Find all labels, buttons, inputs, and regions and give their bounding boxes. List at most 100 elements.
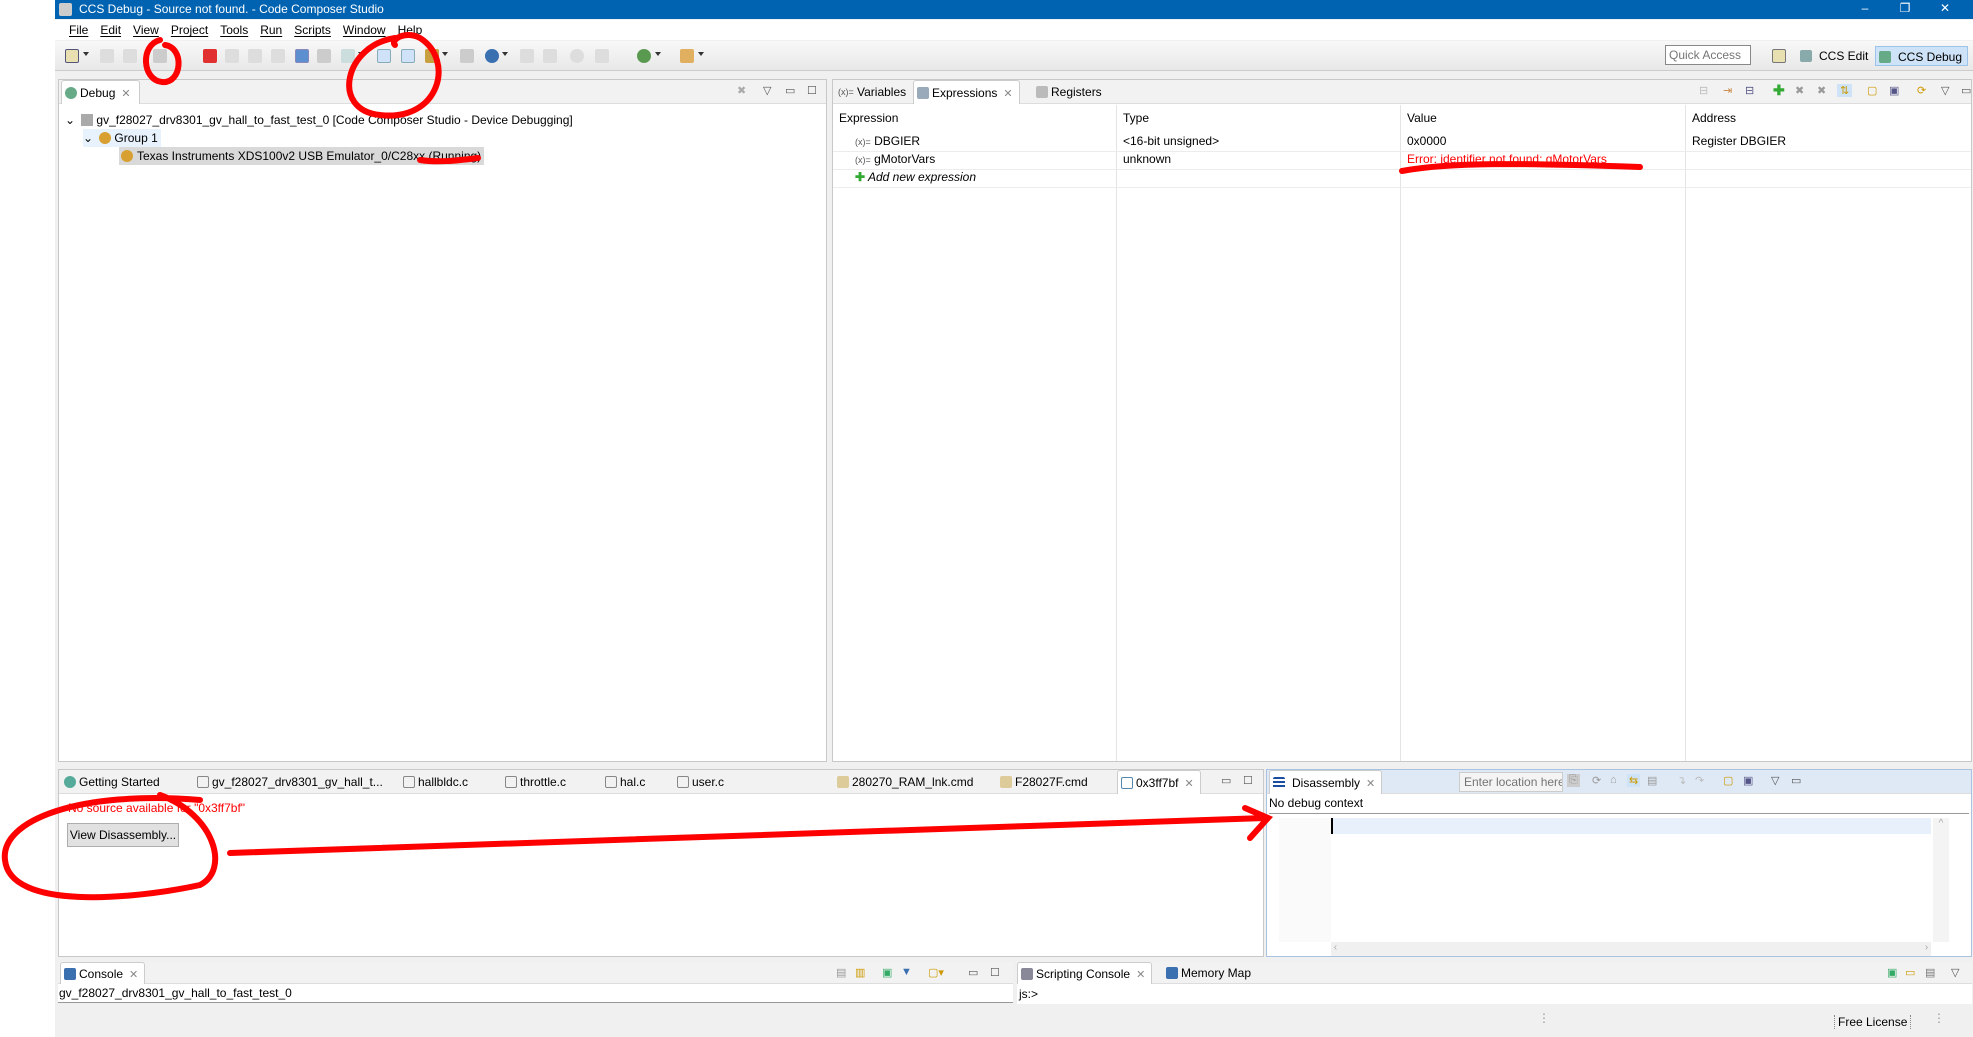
- pin-icon[interactable]: ▣: [1889, 84, 1899, 97]
- run-free-icon[interactable]: [425, 49, 439, 63]
- add-new-expression[interactable]: ✚ Add new expression: [855, 168, 976, 186]
- load-dropdown[interactable]: [358, 52, 364, 56]
- remove-all-icon[interactable]: ✖: [1817, 84, 1826, 97]
- clear-icon[interactable]: ▤: [1925, 966, 1935, 979]
- menu-tools[interactable]: Tools: [214, 20, 254, 40]
- step-over-icon[interactable]: [248, 49, 262, 63]
- silicon-realtime-icon[interactable]: [401, 49, 415, 63]
- load-program-icon[interactable]: [341, 49, 355, 63]
- new-view-icon[interactable]: ▢: [1867, 84, 1877, 97]
- menu-view[interactable]: View: [127, 20, 165, 40]
- new-icon[interactable]: [65, 49, 79, 63]
- maximize-view-icon[interactable]: ☐: [807, 84, 817, 97]
- tree-item-group[interactable]: ⌄ Group 1: [83, 129, 161, 147]
- disassembly-text[interactable]: [1331, 818, 1931, 834]
- step-return-icon[interactable]: [271, 49, 285, 63]
- save-icon[interactable]: [100, 49, 114, 63]
- tab-ram-lnk-cmd[interactable]: 280270_RAM_lnk.cmd: [834, 770, 973, 794]
- display-console-icon[interactable]: ▼: [901, 966, 912, 978]
- tab-memory-map[interactable]: Memory Map: [1163, 962, 1251, 984]
- link-with-context-icon[interactable]: ⇆: [1627, 774, 1641, 787]
- open-folder-icon[interactable]: ▭: [1905, 966, 1915, 979]
- vertical-scrollbar[interactable]: ^: [1933, 818, 1949, 942]
- tab-scripting-console[interactable]: Scripting Console ✕: [1017, 962, 1153, 984]
- save-all-icon[interactable]: [123, 49, 137, 63]
- refresh-icon[interactable]: ⟳: [1917, 84, 1926, 97]
- remove-expression-icon[interactable]: ✖: [1795, 84, 1804, 97]
- quick-access-input[interactable]: [1665, 45, 1751, 65]
- run-free-dropdown[interactable]: [442, 52, 448, 56]
- realtime-mode-icon[interactable]: [377, 49, 391, 63]
- menu-file[interactable]: File: [63, 20, 94, 40]
- remove-all-terminated-icon[interactable]: ✖: [737, 84, 746, 97]
- tools-dropdown[interactable]: [698, 52, 704, 56]
- menu-run[interactable]: Run: [254, 20, 288, 40]
- tab-throttle[interactable]: throttle.c: [502, 770, 566, 794]
- view-menu-icon[interactable]: ▽: [1941, 84, 1949, 97]
- tab-0x3ff7bf[interactable]: 0x3ff7bf ✕: [1117, 770, 1201, 794]
- expand-chevron-icon[interactable]: ⌄: [65, 113, 75, 127]
- step-over-icon[interactable]: ↷: [1695, 774, 1704, 787]
- tab-disassembly[interactable]: Disassembly ✕: [1269, 770, 1383, 794]
- script-prompt-input[interactable]: js:>: [1017, 984, 1972, 1004]
- show-type-icon[interactable]: ⇥: [1723, 84, 1732, 97]
- refresh-icon[interactable]: ⟳: [1592, 774, 1601, 787]
- close-tab-icon[interactable]: ✕: [1184, 778, 1193, 790]
- license-status[interactable]: Free License: [1834, 1015, 1912, 1029]
- connect-target-icon[interactable]: [295, 49, 309, 63]
- close-tab-icon[interactable]: ✕: [1366, 778, 1375, 790]
- restart-icon[interactable]: [460, 49, 474, 63]
- open-perspective-icon[interactable]: [1772, 49, 1786, 63]
- menu-project[interactable]: Project: [165, 20, 214, 40]
- console-output[interactable]: gv_f28027_drv8301_gv_hall_to_fast_test_0: [58, 984, 1013, 1003]
- close-tab-icon[interactable]: ✕: [121, 88, 130, 100]
- open-console-icon[interactable]: ▢▾: [928, 966, 944, 979]
- minimize-view-icon[interactable]: ▭: [1221, 774, 1231, 787]
- pin-icon[interactable]: ▣: [1743, 774, 1753, 787]
- perspective-ccs-debug[interactable]: CCS Debug: [1875, 46, 1969, 66]
- close-button[interactable]: ✕: [1925, 0, 1965, 19]
- horizontal-scrollbar[interactable]: ‹ ›: [1331, 942, 1931, 956]
- go-icon[interactable]: ⎘: [1567, 774, 1580, 787]
- column-header-type[interactable]: Type: [1123, 109, 1149, 127]
- column-header-value[interactable]: Value: [1407, 109, 1437, 127]
- show-source-icon[interactable]: ▤: [1647, 774, 1657, 787]
- minimize-view-icon[interactable]: ▭: [1961, 84, 1971, 97]
- menu-scripts[interactable]: Scripts: [288, 20, 337, 40]
- home-icon[interactable]: ⌂: [1610, 774, 1617, 786]
- tree-item-session[interactable]: ⌄ gv_f28027_drv8301_gv_hall_to_fast_test…: [65, 111, 573, 129]
- tab-getting-started[interactable]: Getting Started: [61, 770, 160, 794]
- menu-help[interactable]: Help: [392, 20, 429, 40]
- column-header-expression[interactable]: Expression: [839, 109, 898, 127]
- debug-bug-dropdown[interactable]: [655, 52, 661, 56]
- resume-icon[interactable]: [153, 49, 167, 63]
- column-header-address[interactable]: Address: [1692, 109, 1736, 127]
- view-menu-icon[interactable]: ▽: [763, 84, 771, 97]
- maximize-view-icon[interactable]: ☐: [990, 966, 1000, 979]
- tab-f28027f-cmd[interactable]: F28027F.cmd: [997, 770, 1088, 794]
- menu-window[interactable]: Window: [337, 20, 392, 40]
- clear-console-icon[interactable]: ▤: [836, 966, 846, 979]
- tab-expressions[interactable]: Expressions ✕: [913, 80, 1020, 104]
- assembly-step-into-icon[interactable]: [520, 49, 534, 63]
- tab-hal[interactable]: hal.c: [602, 770, 645, 794]
- tab-registers[interactable]: Registers: [1033, 80, 1102, 104]
- tab-user[interactable]: user.c: [674, 770, 724, 794]
- table-row[interactable]: (x)= DBGIER: [855, 132, 920, 150]
- tools-icon[interactable]: [680, 49, 694, 63]
- terminate-icon[interactable]: [203, 49, 217, 63]
- menu-edit[interactable]: Edit: [94, 20, 127, 40]
- scroll-lock-icon[interactable]: ▥: [855, 966, 865, 979]
- minimize-view-icon[interactable]: ▭: [1791, 774, 1801, 787]
- restore-button[interactable]: ❐: [1885, 0, 1925, 19]
- tab-main-file[interactable]: gv_f28027_drv8301_gv_hall_t...: [194, 770, 383, 794]
- minimize-view-icon[interactable]: ▭: [785, 84, 795, 97]
- continuous-refresh-icon[interactable]: ⇅: [1837, 84, 1853, 97]
- close-tab-icon[interactable]: ✕: [1136, 969, 1145, 981]
- view-menu-icon[interactable]: ▽: [1771, 774, 1779, 787]
- close-tab-icon[interactable]: ✕: [1003, 88, 1012, 100]
- open-view-icon[interactable]: [595, 49, 609, 63]
- view-disassembly-button[interactable]: View Disassembly...: [67, 823, 179, 847]
- step-into-icon[interactable]: [225, 49, 239, 63]
- expand-chevron-icon[interactable]: ⌄: [83, 131, 93, 145]
